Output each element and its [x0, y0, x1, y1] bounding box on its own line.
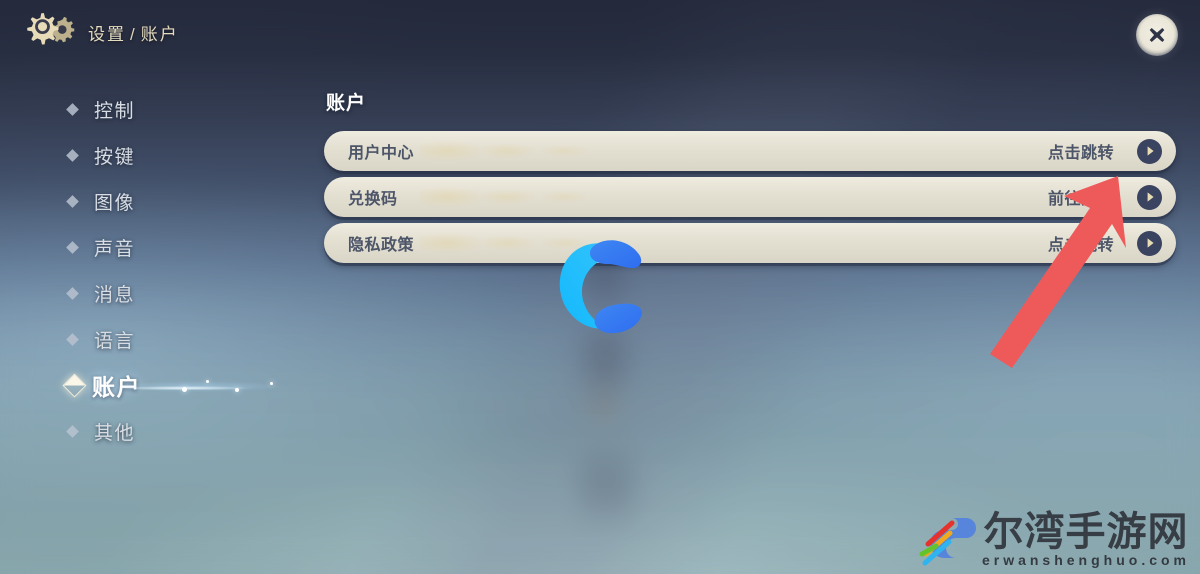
breadcrumb: 设置 / 账户: [88, 20, 179, 45]
breadcrumb-separator: /: [130, 25, 137, 44]
sidebar-item-audio[interactable]: 声音: [0, 224, 290, 270]
sidebar-item-account[interactable]: 账户: [0, 362, 294, 408]
diamond-bullet-icon: [66, 240, 79, 254]
sparkle-icon: [182, 387, 187, 392]
diamond-bullet-icon: [66, 332, 79, 346]
settings-sidebar: 控制 按键 图像 声音 消息 语言 账户 其他: [0, 86, 294, 454]
chevron-right-icon[interactable]: [1137, 138, 1162, 164]
row-action-label: 前往兑换: [1047, 191, 1114, 208]
account-panel: 账户 用户中心 点击跳转 兑换码 前往兑换 隐私政策 点击跳转: [324, 88, 1176, 269]
sidebar-item-label: 语言: [94, 330, 136, 352]
diamond-bullet-icon: [66, 286, 79, 300]
sidebar-item-label: 图像: [94, 192, 136, 214]
gear-icon: [17, 9, 77, 61]
sidebar-item-label: 按键: [94, 146, 136, 168]
page-title: 账户: [326, 93, 367, 114]
sparkle-icon: [270, 382, 273, 385]
sidebar-item-messages[interactable]: 消息: [0, 270, 290, 316]
sidebar-item-graphics[interactable]: 图像: [0, 178, 290, 224]
close-icon: [1146, 24, 1168, 46]
sidebar-item-label: 声音: [94, 238, 136, 260]
row-redeem-code[interactable]: 兑换码 前往兑换: [324, 177, 1176, 217]
breadcrumb-current: 账户: [140, 25, 179, 44]
sidebar-item-label: 消息: [94, 284, 136, 306]
settings-screen: 设置 / 账户 控制 按键 图像 声音 消息 语言 账户 其他 账户 用户中心 …: [0, 0, 1200, 574]
sparkle-icon: [235, 388, 239, 392]
diamond-bullet-icon: [62, 372, 87, 398]
diamond-bullet-icon: [66, 148, 79, 162]
diamond-bullet-icon: [66, 194, 79, 208]
sidebar-item-label: 控制: [94, 100, 136, 122]
close-button[interactable]: [1136, 14, 1178, 56]
row-user-center[interactable]: 用户中心 点击跳转: [324, 131, 1176, 171]
row-action-label: 点击跳转: [1047, 237, 1114, 254]
sidebar-item-label: 其他: [94, 422, 136, 444]
diamond-bullet-icon: [66, 424, 79, 438]
sidebar-item-label: 账户: [92, 374, 141, 400]
chevron-right-icon[interactable]: [1137, 230, 1162, 256]
diamond-bullet-icon: [66, 102, 79, 116]
sidebar-item-other[interactable]: 其他: [0, 408, 290, 454]
header-bar: 设置 / 账户: [0, 0, 1200, 68]
row-action-label: 点击跳转: [1047, 145, 1114, 162]
breadcrumb-root[interactable]: 设置: [88, 25, 126, 44]
row-label: 兑换码: [348, 191, 398, 208]
row-label: 隐私政策: [348, 237, 415, 254]
row-label: 用户中心: [348, 145, 415, 162]
row-privacy-policy[interactable]: 隐私政策 点击跳转: [324, 223, 1176, 263]
sidebar-item-language[interactable]: 语言: [0, 316, 290, 362]
sidebar-item-control[interactable]: 控制: [0, 86, 290, 132]
chevron-right-icon[interactable]: [1137, 184, 1162, 210]
sparkle-icon: [206, 380, 209, 383]
sidebar-item-keybinds[interactable]: 按键: [0, 132, 290, 178]
